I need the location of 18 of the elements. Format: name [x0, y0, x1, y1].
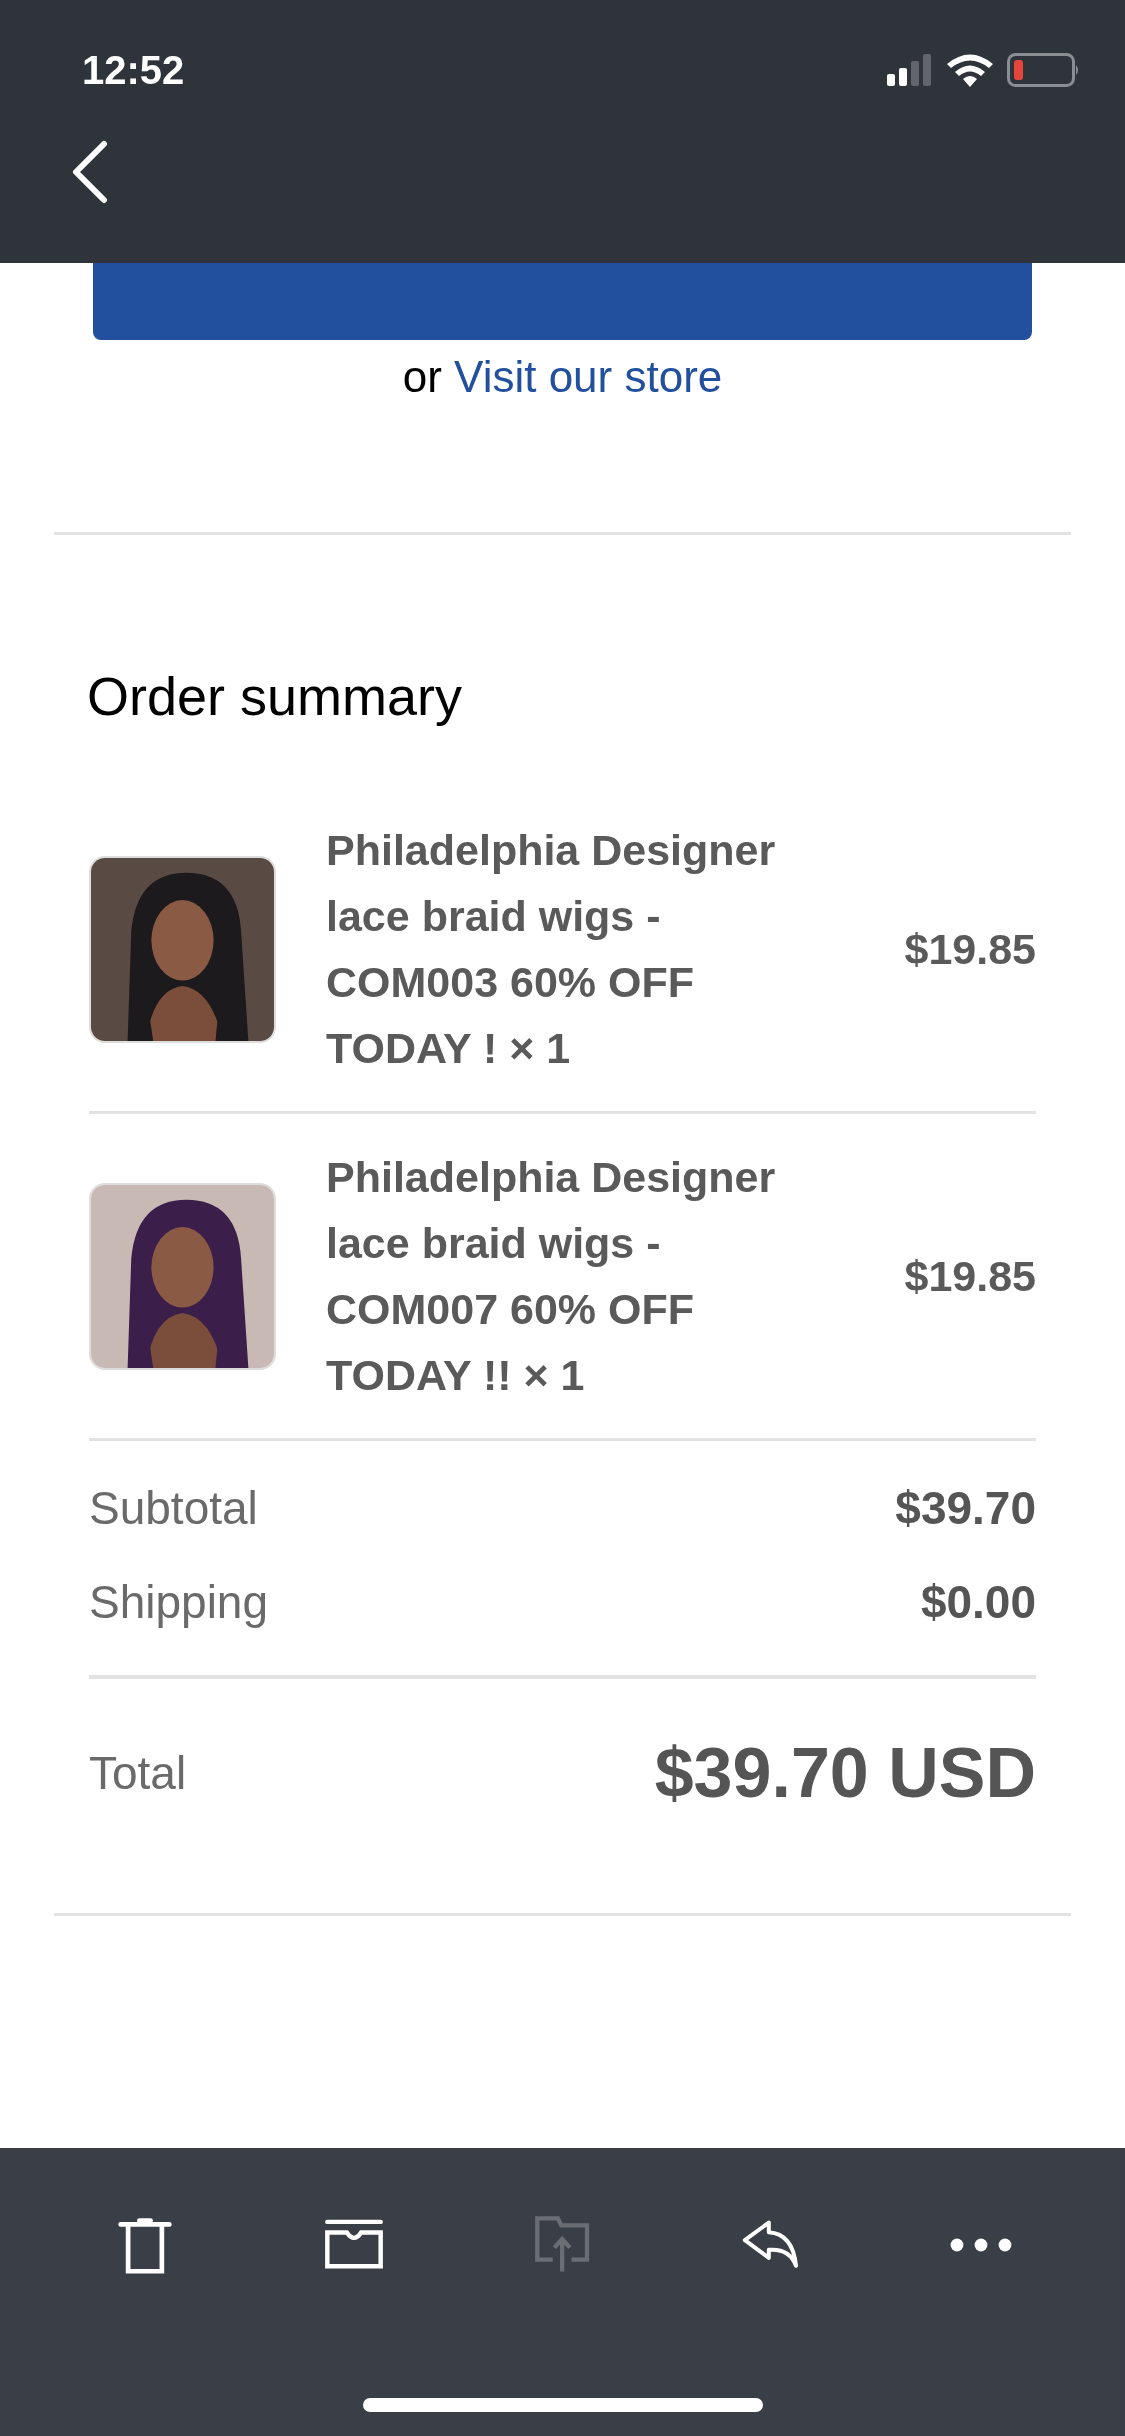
- product-name: Philadelphia Designer lace braid wigs - COM007 60% OFF TODAY !! × 1: [326, 1152, 777, 1401]
- product-price: $19.85: [904, 1251, 1036, 1301]
- status-time: 12:52: [82, 47, 185, 93]
- store-prefix: or: [402, 352, 442, 401]
- wifi-icon: [947, 53, 993, 87]
- signal-icon: [887, 54, 933, 86]
- cost-label: Subtotal: [89, 1481, 258, 1535]
- section-title: Order summary: [87, 665, 464, 727]
- back-button[interactable]: [70, 140, 110, 204]
- store-link[interactable]: Visit our store: [454, 352, 723, 401]
- battery-icon: [1007, 53, 1081, 87]
- product-name: Philadelphia Designer lace braid wigs - COM003 60% OFF TODAY ! × 1: [326, 825, 777, 1074]
- total-label: Total: [89, 1746, 187, 1800]
- product-price: $19.85: [904, 924, 1036, 974]
- cost-value: $39.70: [895, 1481, 1036, 1535]
- cost-value: $0.00: [920, 1575, 1036, 1629]
- total-value: $39.70 USD: [654, 1733, 1036, 1813]
- cost-label: Shipping: [89, 1575, 269, 1629]
